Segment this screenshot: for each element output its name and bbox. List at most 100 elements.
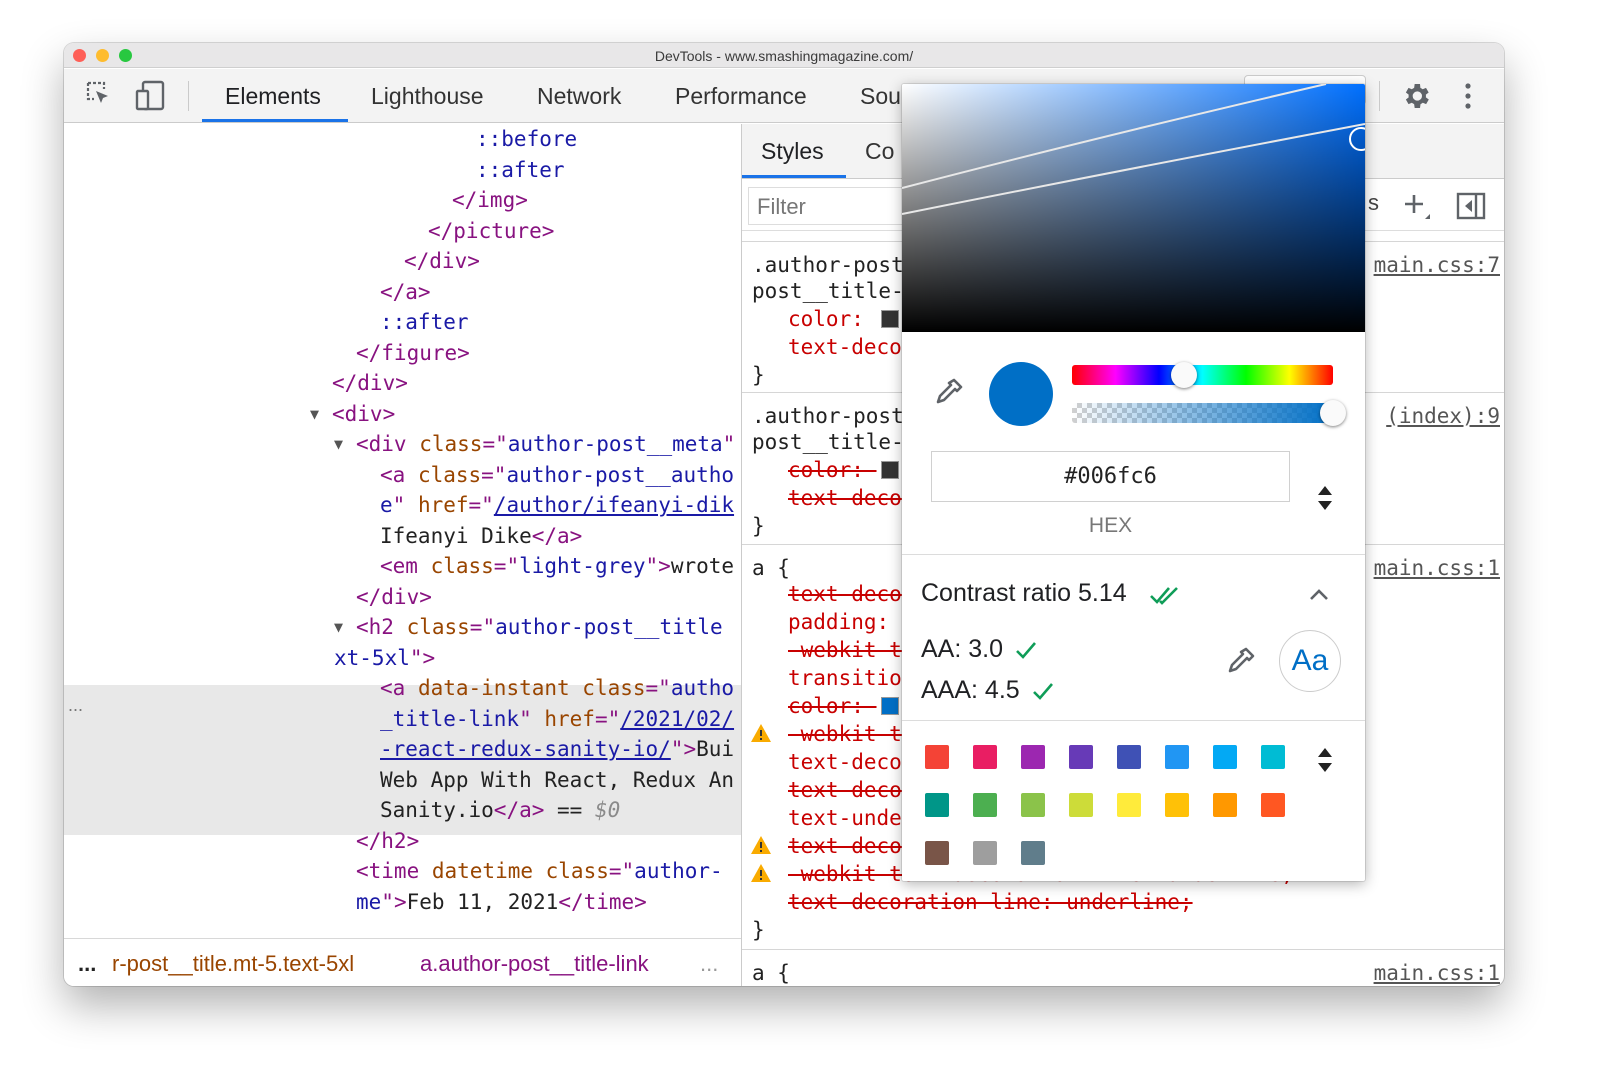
alpha-slider-handle[interactable] bbox=[1320, 400, 1346, 426]
dom-node-line[interactable]: <div class="author-post__meta" bbox=[356, 429, 735, 460]
palette-swatch[interactable] bbox=[973, 793, 997, 817]
style-property[interactable]: text-deco bbox=[788, 776, 902, 804]
style-selector[interactable]: a { bbox=[752, 959, 790, 986]
dom-node-line[interactable]: Web App With React, Redux An bbox=[380, 765, 734, 796]
breadcrumb-more[interactable]: ... bbox=[78, 951, 96, 977]
eyedropper-icon[interactable] bbox=[932, 377, 964, 409]
style-selector[interactable]: a { bbox=[752, 554, 790, 582]
style-source-link[interactable]: main.css:1 bbox=[1374, 554, 1500, 582]
palette-swatch[interactable] bbox=[1165, 745, 1189, 769]
settings-gear-icon[interactable] bbox=[1400, 80, 1432, 112]
style-property[interactable]: text-deco bbox=[788, 580, 902, 608]
style-property[interactable]: padding: 0 bbox=[788, 608, 914, 636]
style-selector[interactable]: .author-post bbox=[752, 251, 904, 279]
collapse-chevron-icon[interactable] bbox=[1308, 586, 1330, 602]
more-vert-icon[interactable] bbox=[1462, 81, 1474, 111]
palette-swatch[interactable] bbox=[973, 745, 997, 769]
style-property[interactable]: text-decoration-line: underline; bbox=[788, 888, 1193, 916]
dom-node-line[interactable]: <em class="light-grey">wrote bbox=[380, 551, 734, 582]
dom-token[interactable]: -react-redux-sanity-io/ bbox=[380, 737, 671, 761]
palette-swatch[interactable] bbox=[1117, 793, 1141, 817]
dom-node-line[interactable]: <div> bbox=[332, 399, 395, 430]
color-swatch[interactable] bbox=[880, 461, 899, 479]
dom-node-line[interactable]: </picture> bbox=[428, 216, 554, 247]
style-property[interactable]: color: bbox=[788, 456, 899, 484]
color-swatch[interactable] bbox=[880, 697, 899, 715]
style-source-link[interactable]: (index):9 bbox=[1386, 402, 1500, 430]
expand-triangle-icon[interactable]: ▼ bbox=[310, 399, 319, 430]
format-switcher-icon[interactable] bbox=[1315, 484, 1335, 512]
background-eyedropper-icon[interactable] bbox=[1224, 646, 1256, 678]
breadcrumb-item-active[interactable]: a.author-post__title-link bbox=[420, 951, 649, 977]
style-selector[interactable]: post__title- bbox=[752, 428, 904, 456]
style-selector[interactable]: } bbox=[752, 361, 765, 389]
dom-tree[interactable]: ::before::after </img> </picture> </div> </a… bbox=[64, 124, 741, 938]
tab-elements[interactable]: Elements bbox=[225, 83, 321, 110]
style-property[interactable]: text-unde bbox=[788, 804, 902, 832]
style-selector[interactable]: } bbox=[752, 512, 765, 540]
style-selector[interactable]: post__title- bbox=[752, 277, 904, 305]
expand-triangle-icon[interactable]: ▼ bbox=[334, 429, 343, 460]
palette-swatch[interactable] bbox=[1069, 793, 1093, 817]
style-property[interactable]: -webkit-t bbox=[788, 636, 902, 664]
dom-node-line[interactable]: </figure> bbox=[356, 338, 470, 369]
palette-swatch[interactable] bbox=[1165, 793, 1189, 817]
style-property[interactable]: text-deco bbox=[788, 333, 902, 361]
style-selector[interactable]: .author-post bbox=[752, 402, 904, 430]
style-property[interactable]: color: bbox=[788, 305, 899, 333]
dom-node-line[interactable]: xt-5xl"> bbox=[334, 643, 435, 674]
contrast-preview-badge[interactable]: Aa bbox=[1279, 630, 1341, 692]
saturation-value-area[interactable] bbox=[902, 84, 1365, 332]
dom-node-line[interactable]: e" href="/author/ifeanyi-dik bbox=[380, 490, 734, 521]
dom-node-line[interactable]: -react-redux-sanity-io/">Bui bbox=[380, 734, 734, 765]
dom-node-line[interactable]: </h2> bbox=[356, 826, 419, 857]
alpha-slider[interactable] bbox=[1072, 403, 1333, 423]
style-source-link[interactable]: main.css:7 bbox=[1374, 251, 1500, 279]
style-property[interactable]: -webkit-t bbox=[788, 720, 902, 748]
dom-node-line[interactable]: Ifeanyi Dike</a> bbox=[380, 521, 582, 552]
palette-swatch[interactable] bbox=[1117, 745, 1141, 769]
style-source-link[interactable]: main.css:1 bbox=[1374, 959, 1500, 986]
dom-node-line[interactable]: <a class="author-post__autho bbox=[380, 460, 734, 491]
palette-swatch[interactable] bbox=[1021, 841, 1045, 865]
palette-swatch[interactable] bbox=[1021, 745, 1045, 769]
dom-node-line[interactable]: <a data-instant class="autho bbox=[380, 673, 734, 704]
device-toolbar-icon[interactable] bbox=[134, 79, 168, 113]
style-property[interactable]: text-deco bbox=[788, 484, 902, 512]
palette-swatch[interactable] bbox=[925, 841, 949, 865]
dom-node-line[interactable]: </div> bbox=[356, 582, 432, 613]
color-swatch[interactable] bbox=[880, 310, 899, 328]
palette-swatch[interactable] bbox=[1069, 745, 1093, 769]
dom-node-line[interactable]: </div> bbox=[404, 246, 480, 277]
style-selector[interactable]: } bbox=[752, 916, 765, 944]
dom-token[interactable]: /2021/02/ bbox=[620, 707, 734, 731]
expand-triangle-icon[interactable]: ▼ bbox=[334, 612, 343, 643]
dom-node-line[interactable]: _title-link" href="/2021/02/ bbox=[380, 704, 734, 735]
palette-switcher-icon[interactable] bbox=[1315, 746, 1335, 774]
palette-swatch[interactable] bbox=[925, 745, 949, 769]
style-property[interactable]: transitio bbox=[788, 664, 902, 692]
palette-swatch[interactable] bbox=[973, 841, 997, 865]
palette-swatch[interactable] bbox=[1261, 793, 1285, 817]
palette-swatch[interactable] bbox=[1021, 793, 1045, 817]
dom-node-line[interactable]: <time datetime class="author- bbox=[356, 856, 723, 887]
breadcrumb-item[interactable]: r-post__title.mt-5.text-5xl bbox=[112, 951, 354, 977]
style-property[interactable]: text-deco bbox=[788, 832, 902, 860]
palette-swatch[interactable] bbox=[925, 793, 949, 817]
dom-node-line[interactable]: </div> bbox=[332, 368, 408, 399]
tab-sources[interactable]: Sou bbox=[860, 83, 901, 110]
palette-swatch[interactable] bbox=[1213, 745, 1237, 769]
node-ellipsis[interactable]: ... bbox=[68, 690, 83, 721]
dom-node-line[interactable]: </a> bbox=[380, 277, 431, 308]
tab-performance[interactable]: Performance bbox=[675, 83, 807, 110]
dom-node-line[interactable]: Sanity.io</a> == $0 bbox=[380, 795, 620, 826]
hue-slider[interactable] bbox=[1072, 365, 1333, 385]
dom-node-line[interactable]: </img> bbox=[452, 185, 528, 216]
dom-node-line[interactable]: ::after bbox=[476, 155, 565, 186]
dom-node-line[interactable]: <h2 class="author-post__title bbox=[356, 612, 723, 643]
inspect-element-icon[interactable] bbox=[84, 79, 114, 109]
dom-node-line[interactable]: ::after bbox=[380, 307, 469, 338]
dom-node-line[interactable]: ::before bbox=[476, 124, 577, 155]
style-property[interactable]: color: bbox=[788, 692, 899, 720]
hex-input[interactable]: #006fc6 bbox=[931, 451, 1290, 502]
